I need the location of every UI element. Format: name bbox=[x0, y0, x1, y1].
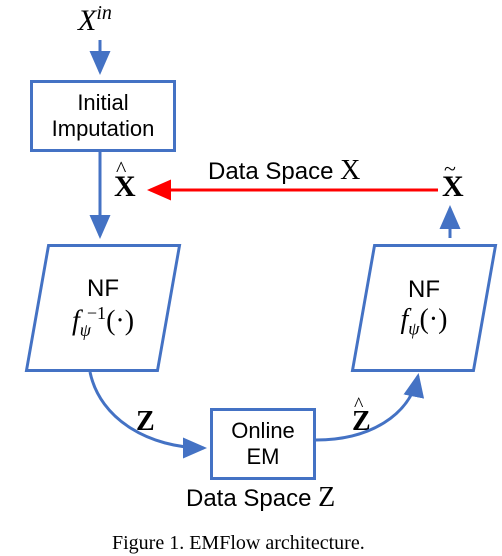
figure-caption: Figure 1. EMFlow architecture. bbox=[112, 532, 365, 555]
nf-forward-line2: fψ(·) bbox=[401, 304, 448, 340]
online-em-line2: EM bbox=[247, 444, 280, 470]
nf-inverse-sup: −1 bbox=[87, 303, 106, 323]
data-space-x-label: Data Space X bbox=[208, 155, 360, 187]
nf-inverse-box: NF fψ−1(·) bbox=[25, 244, 182, 372]
data-space-z-sym: Z bbox=[318, 482, 335, 513]
nf-forward-tail: (·) bbox=[419, 304, 447, 335]
input-x-sup: in bbox=[96, 2, 112, 24]
nf-inverse-line2: fψ−1(·) bbox=[72, 303, 134, 341]
online-em-box: Online EM bbox=[210, 408, 316, 480]
nf-inverse-tail: (·) bbox=[106, 305, 134, 336]
nf-forward-box: NF fψ(·) bbox=[351, 244, 498, 372]
xhat-hat: ^ bbox=[116, 156, 126, 182]
online-em-line1: Online bbox=[231, 418, 295, 444]
nf-forward-line1: NF bbox=[408, 276, 440, 304]
zhat-label: ^ Z bbox=[352, 406, 371, 438]
initial-imputation-line1: Initial bbox=[77, 90, 128, 116]
data-space-x-sym: X bbox=[340, 155, 360, 186]
xtilde-hat: ~ bbox=[444, 156, 456, 182]
initial-imputation-line2: Imputation bbox=[52, 116, 155, 142]
z-label: Z bbox=[136, 406, 155, 438]
xhat-label: ^ X bbox=[114, 170, 136, 204]
input-x-label: Xin bbox=[78, 2, 112, 38]
data-space-x-text: Data Space bbox=[208, 158, 340, 185]
nf-inverse-line1: NF bbox=[87, 275, 119, 303]
nf-inverse-f: f bbox=[72, 305, 80, 336]
data-space-z-text: Data Space bbox=[186, 485, 318, 512]
nf-forward-sub: ψ bbox=[408, 319, 419, 339]
xtilde-label: ~ X bbox=[442, 170, 464, 204]
initial-imputation-box: Initial Imputation bbox=[30, 80, 176, 152]
zhat-hat: ^ bbox=[354, 394, 363, 417]
z-base: Z bbox=[136, 406, 155, 437]
input-x-base: X bbox=[78, 4, 96, 37]
data-space-z-label: Data Space Z bbox=[186, 482, 335, 514]
